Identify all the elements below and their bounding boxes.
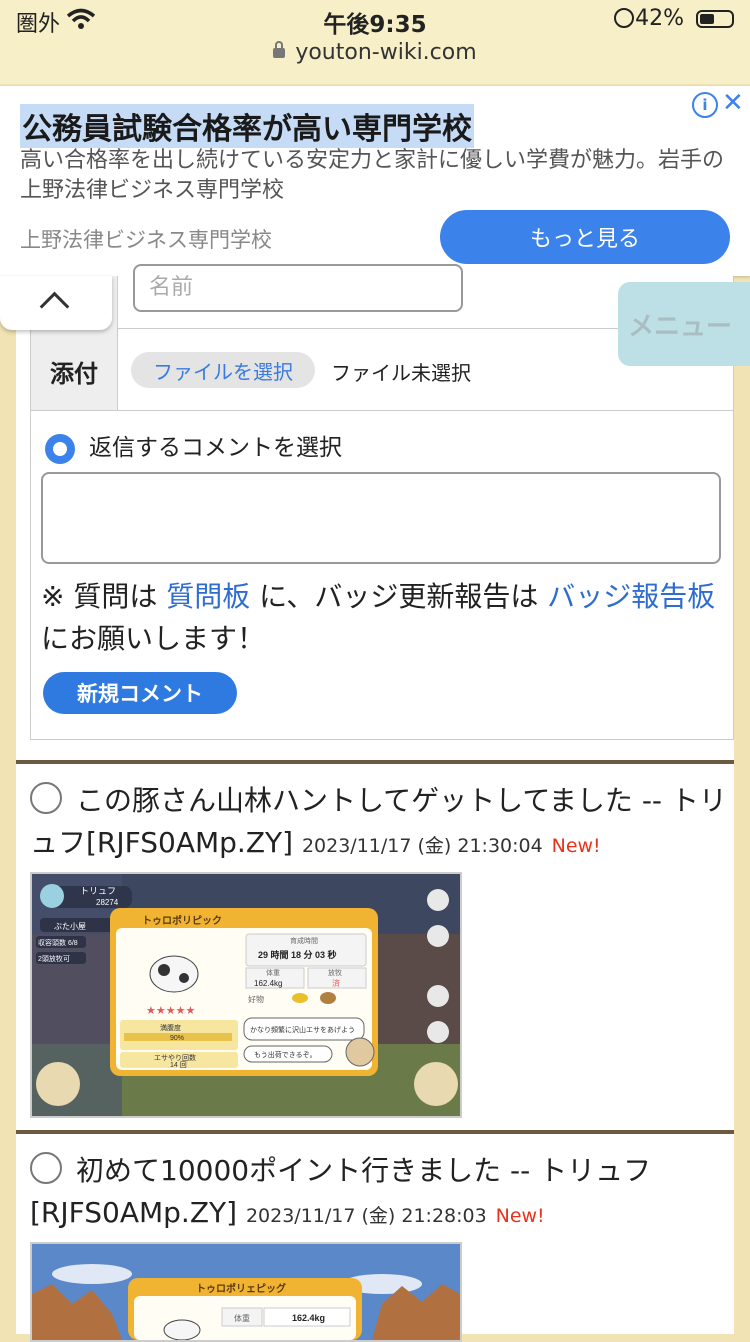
posting-note: ※ 質問は 質問板 に、バッジ更新報告は バッジ報告板 にお願いします！ xyxy=(41,580,716,655)
svg-text:体重: 体重 xyxy=(234,1313,250,1323)
choose-file-button[interactable]: ファイルを選択 xyxy=(131,352,315,388)
svg-text:体重: 体重 xyxy=(266,968,280,977)
svg-text:満腹度: 満腹度 xyxy=(160,1023,181,1032)
post-divider xyxy=(16,760,734,764)
lock-icon xyxy=(273,41,286,58)
status-bar: 圏外 午後9:35 42% xyxy=(0,0,750,40)
svg-text:トゥロポリピック: トゥロポリピック xyxy=(142,914,222,927)
svg-text:トゥロポリェピッグ: トゥロポリェピッグ xyxy=(196,1282,286,1295)
post-timestamp: 2023/11/17 (金) 21:28:03 xyxy=(245,1205,487,1227)
svg-text:トリュフ: トリュフ xyxy=(80,886,116,896)
ad-description: 高い合格率を出し続けている安定力と家計に優しい学費が魅力。岩手の上野法律ビジネス… xyxy=(20,148,725,203)
ad-info-icon[interactable]: i xyxy=(692,92,718,118)
reply-radio[interactable] xyxy=(45,433,75,464)
url-text: youton-wiki.com xyxy=(295,40,477,65)
post-radio[interactable] xyxy=(30,1152,62,1184)
svg-text:好物: 好物 xyxy=(248,994,264,1004)
post-screenshot[interactable]: トゥロポリェピッグ 体重 162.4kg xyxy=(30,1242,462,1342)
post-radio[interactable] xyxy=(30,782,62,814)
post-title: 初めて10000ポイント行きました -- トリュフ[RJFS0AMp.ZY] 2… xyxy=(30,1152,652,1229)
rotation-lock-icon xyxy=(614,8,634,28)
svg-text:162.4kg: 162.4kg xyxy=(254,979,282,988)
post-title: この豚さん山林ハントしてゲットしてました -- トリュフ[RJFS0AMp.ZY… xyxy=(30,782,727,859)
file-status: ファイル未選択 xyxy=(331,361,471,385)
name-input[interactable]: 名前 xyxy=(133,264,463,312)
reply-select[interactable]: 返信するコメントを選択 xyxy=(45,428,342,464)
address-bar[interactable]: youton-wiki.com xyxy=(0,40,750,84)
battery-percent: 42% xyxy=(635,6,684,31)
badge-board-link[interactable]: バッジ報告板 xyxy=(547,580,715,613)
new-badge: New! xyxy=(551,835,601,857)
reply-label: 返信するコメントを選択 xyxy=(89,435,342,461)
svg-text:28274: 28274 xyxy=(96,898,119,907)
ad-banner[interactable]: 公務員試験合格率が高い専門学校 高い合格率を出し続けている安定力と家計に優しい学… xyxy=(0,86,750,276)
attach-label: 添付 xyxy=(31,328,118,410)
menu-button[interactable]: メニュー xyxy=(618,282,750,366)
main-content: 名前 添付 ファイルを選択 ファイル未選択 返信するコメントを選択 ※ 質問は … xyxy=(16,264,734,1342)
ad-close-icon[interactable]: ✕ xyxy=(722,88,744,118)
svg-text:90%: 90% xyxy=(170,1035,184,1042)
new-comment-button[interactable]: 新規コメント xyxy=(43,672,237,714)
svg-text:エサやり回数: エサやり回数 xyxy=(154,1053,196,1062)
question-board-link[interactable]: 質問板 xyxy=(166,580,250,613)
svg-text:29 時間 18 分 03 秒: 29 時間 18 分 03 秒 xyxy=(258,949,337,960)
svg-text:★★★★★: ★★★★★ xyxy=(146,1005,195,1017)
chevron-up-icon xyxy=(39,291,70,322)
post-timestamp: 2023/11/17 (金) 21:30:04 xyxy=(301,835,543,857)
comment-textarea[interactable] xyxy=(41,472,721,564)
collapse-tab[interactable] xyxy=(0,276,112,330)
new-badge: New! xyxy=(495,1205,545,1227)
svg-text:14 回: 14 回 xyxy=(170,1061,187,1069)
svg-text:放牧: 放牧 xyxy=(328,968,342,977)
post-divider xyxy=(16,1130,734,1134)
menu-label: メニュー xyxy=(628,312,733,342)
svg-text:162.4kg: 162.4kg xyxy=(292,1313,325,1323)
svg-text:かなり頻繁に沢山エサをあげよう: かなり頻繁に沢山エサをあげよう xyxy=(250,1025,355,1034)
ad-title[interactable]: 公務員試験合格率が高い専門学校 xyxy=(20,104,474,148)
post-screenshot[interactable]: トリュフ 28274 ぶた小屋 収容頭数 6/8 2頭放牧可 トゥロポリピック … xyxy=(30,872,462,1118)
svg-text:済: 済 xyxy=(332,978,340,988)
svg-text:もう出荷できるぞ。: もう出荷できるぞ。 xyxy=(254,1050,317,1059)
svg-text:育成時間: 育成時間 xyxy=(290,936,318,945)
svg-text:2頭放牧可: 2頭放牧可 xyxy=(38,954,70,963)
svg-text:収容頭数 6/8: 収容頭数 6/8 xyxy=(38,938,78,947)
ad-more-button[interactable]: もっと見る xyxy=(440,210,730,264)
battery-icon xyxy=(696,10,734,28)
svg-text:ぶた小屋: ぶた小屋 xyxy=(54,922,86,931)
ad-source: 上野法律ビジネス専門学校 xyxy=(20,228,272,252)
